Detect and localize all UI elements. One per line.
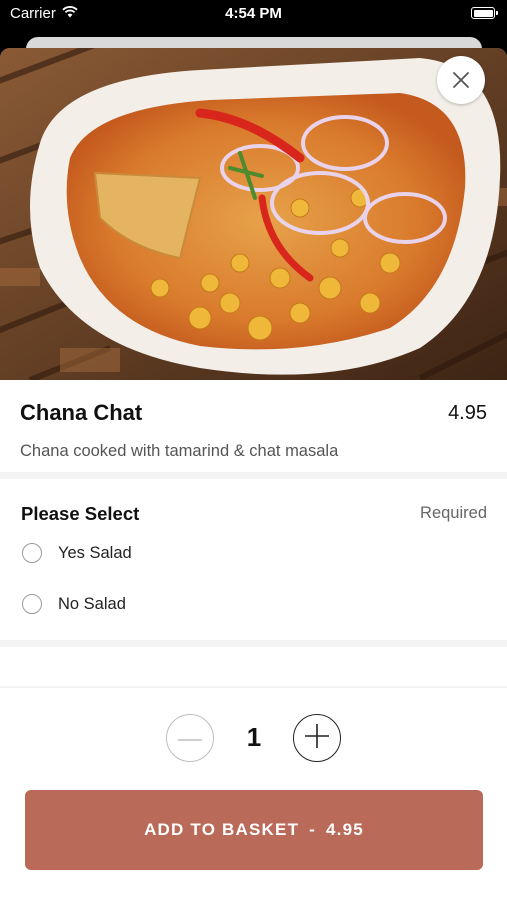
minus-icon (177, 729, 203, 747)
options-section-title: Please Select (21, 503, 140, 524)
option-label: No Salad (58, 594, 126, 613)
radio-button[interactable] (22, 594, 42, 614)
status-time: 4:54 PM (225, 5, 282, 22)
add-button-price: 4.95 (326, 820, 364, 839)
radio-button[interactable] (22, 543, 42, 563)
decrease-quantity-button[interactable] (166, 714, 214, 762)
item-detail-sheet: Chana Chat 4.95 Chana cooked with tamari… (0, 48, 507, 900)
item-price: 4.95 (448, 402, 487, 424)
item-header: Chana Chat 4.95 (20, 400, 487, 430)
option-label: Yes Salad (58, 543, 132, 562)
section-divider (0, 472, 507, 479)
add-to-basket-button[interactable]: ADD TO BASKET - 4.95 (25, 790, 483, 870)
close-icon (452, 71, 470, 89)
close-button[interactable] (437, 56, 485, 104)
section-divider (0, 686, 507, 688)
add-button-separator: - (309, 820, 317, 839)
required-label: Required (420, 504, 487, 522)
battery-icon (471, 7, 498, 19)
item-name: Chana Chat (20, 400, 143, 425)
status-bar: Carrier 4:54 PM (0, 0, 507, 30)
add-button-label: ADD TO BASKET (144, 820, 300, 839)
section-divider (0, 640, 507, 647)
quantity-value: 1 (246, 722, 262, 752)
option-yes-salad[interactable]: Yes Salad (22, 540, 132, 566)
item-photo (0, 48, 507, 380)
item-description: Chana cooked with tamarind & chat masala (20, 442, 339, 460)
quantity-stepper: 1 (0, 714, 507, 762)
option-no-salad[interactable]: No Salad (22, 591, 126, 617)
plus-icon (304, 723, 330, 754)
increase-quantity-button[interactable] (293, 714, 341, 762)
